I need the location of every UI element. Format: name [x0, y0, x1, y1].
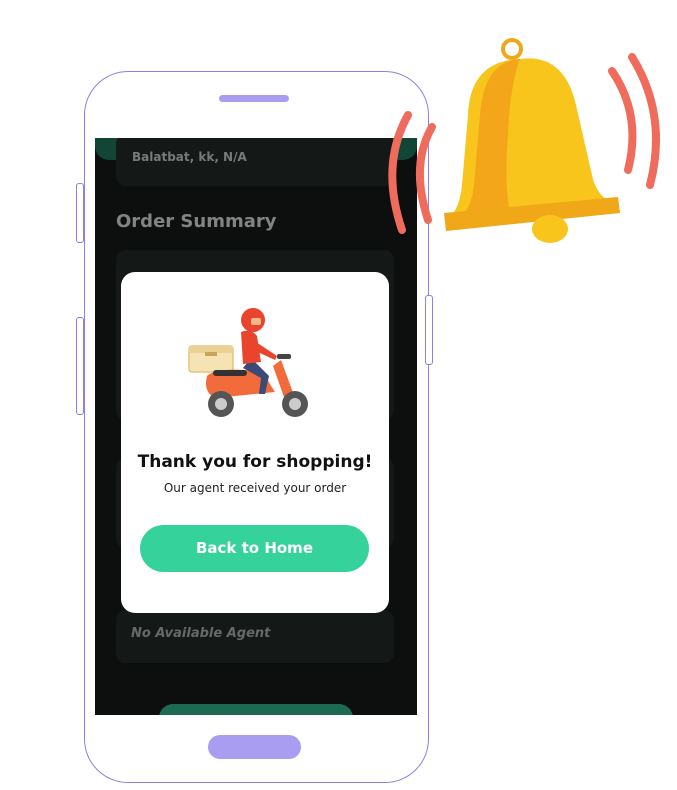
delivery-scooter-icon	[188, 308, 308, 417]
phone-home-button[interactable]	[208, 735, 301, 759]
order-confirmation-dialog: Thank you for shopping! Our agent receiv…	[121, 272, 389, 613]
phone-side-button-right	[425, 295, 433, 365]
back-to-home-button[interactable]: Back to Home	[140, 525, 369, 572]
dialog-title: Thank you for shopping!	[137, 452, 373, 472]
notification-bell-icon	[388, 38, 660, 243]
dialog-subtitle: Our agent received your order	[163, 481, 347, 495]
phone-side-button-left-2	[76, 317, 84, 415]
phone-side-button-left-1	[76, 183, 84, 243]
bottom-action-button[interactable]	[159, 704, 353, 715]
phone-speaker	[219, 95, 289, 102]
